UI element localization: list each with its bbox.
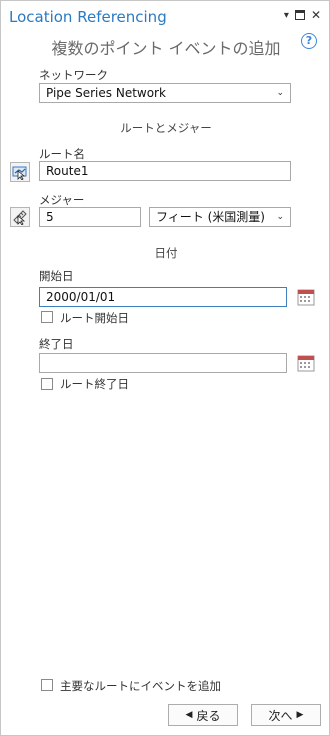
close-icon[interactable]: ✕ (311, 9, 321, 23)
calendar-icon[interactable] (297, 354, 315, 375)
route-start-date-checkbox[interactable] (41, 311, 53, 323)
end-date-label: 終了日 (39, 337, 74, 351)
pin-icon[interactable]: ▾ (284, 10, 289, 23)
network-dropdown[interactable]: Pipe Series Network ⌄ (39, 83, 291, 103)
location-referencing-pane: Location Referencing ▾ ✕ 複数のポイント イベントの追加… (0, 0, 330, 736)
select-route-from-map-icon[interactable] (10, 162, 30, 182)
calendar-icon[interactable] (297, 288, 315, 309)
measure-input[interactable]: 5 (39, 207, 141, 227)
triangle-left-icon: ◀ (185, 710, 193, 720)
network-label: ネットワーク (39, 68, 108, 82)
measure-unit-value: フィート (米国測量) (156, 209, 265, 224)
measure-label: メジャー (39, 193, 85, 207)
maximize-icon[interactable] (294, 10, 305, 23)
pane-header-controls: ▾ ✕ (284, 9, 321, 23)
back-button[interactable]: ◀ 戻る (168, 704, 238, 726)
triangle-right-icon: ▶ (296, 710, 304, 720)
tool-title: 複数のポイント イベントの追加 (51, 39, 281, 58)
add-to-dominant-route-label: 主要なルートにイベントを追加 (60, 679, 221, 693)
route-label: ルート名 (39, 147, 85, 161)
start-date-label: 開始日 (39, 269, 74, 283)
chevron-down-icon: ⌄ (276, 211, 284, 222)
route-start-date-label: ルート開始日 (60, 311, 129, 325)
next-button-label: 次へ (268, 708, 293, 723)
help-icon[interactable]: ? (301, 33, 317, 49)
date-section-title: 日付 (154, 246, 178, 260)
route-end-date-label: ルート終了日 (60, 377, 129, 391)
chevron-down-icon: ⌄ (276, 87, 284, 98)
next-button[interactable]: 次へ ▶ (251, 704, 321, 726)
network-value: Pipe Series Network (46, 85, 166, 100)
end-date-input[interactable] (39, 353, 287, 373)
route-end-date-checkbox[interactable] (41, 378, 53, 390)
select-measure-from-map-icon[interactable] (10, 207, 30, 227)
back-button-label: 戻る (196, 708, 221, 723)
route-measure-section-title: ルートとメジャー (120, 121, 212, 135)
measure-unit-dropdown[interactable]: フィート (米国測量) ⌄ (149, 207, 291, 227)
pane-title: Location Referencing (9, 8, 167, 26)
add-to-dominant-route-checkbox[interactable] (41, 679, 53, 691)
start-date-input[interactable]: 2000/01/01 (39, 287, 287, 307)
route-name-input[interactable]: Route1 (39, 161, 291, 181)
